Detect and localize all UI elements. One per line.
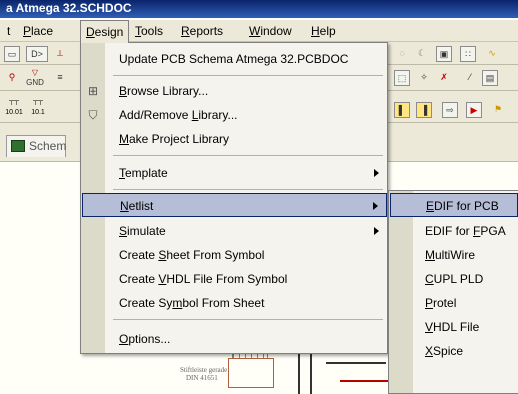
redo-icon[interactable]: ☾	[414, 46, 430, 62]
netlist-xspice[interactable]: XSpice	[413, 339, 518, 363]
menu-add-remove-library[interactable]: Add/Remove Library...	[105, 103, 387, 127]
netlist-edif-fpga[interactable]: EDIF for FPGA	[413, 219, 518, 243]
menu-place[interactable]: Place	[18, 20, 58, 42]
submenu-arrow-icon	[373, 202, 378, 210]
delete-icon[interactable]: ✗	[436, 70, 452, 86]
document-tab[interactable]: Schem	[6, 135, 66, 157]
menu-tools-partial[interactable]: t	[2, 20, 15, 42]
add-remove-library-icon: ⛉	[88, 108, 98, 122]
submenu-arrow-icon	[374, 169, 379, 177]
cross-probe-icon[interactable]: ✧	[416, 70, 432, 86]
menu-make-project-library[interactable]: Make Project Library	[105, 127, 387, 151]
menu-window[interactable]: Window	[244, 20, 297, 42]
highlight-net-icon[interactable]: ▐	[416, 102, 432, 118]
wire-segment[interactable]	[326, 362, 386, 364]
menu-template[interactable]: Template	[105, 161, 387, 185]
flag-icon[interactable]: ⚑	[490, 102, 506, 118]
netlist-submenu: EDIF for PCB EDIF for FPGA MultiWire CUP…	[388, 190, 518, 394]
window-title: a Atmega 32.SCHDOC	[6, 1, 132, 15]
undo-icon[interactable]: ◌	[394, 46, 410, 62]
menu-create-sheet-from-symbol[interactable]: Create Sheet From Symbol	[105, 243, 387, 267]
power-port-icon[interactable]: ⚲	[4, 70, 20, 86]
menu-create-symbol-from-sheet[interactable]: Create Symbol From Sheet	[105, 291, 387, 315]
select-area-icon[interactable]: ⬚	[394, 70, 410, 86]
component-icon[interactable]: ▭	[4, 46, 20, 62]
wire-icon[interactable]: ∿	[484, 46, 500, 62]
grid-icon[interactable]: ∷	[460, 46, 476, 62]
menu-design[interactable]: Design	[80, 20, 130, 43]
net-label-icon[interactable]: ≡	[52, 70, 68, 86]
browse-library-icon: ⊞	[87, 84, 99, 98]
menu-tools[interactable]: Tools	[130, 20, 168, 42]
menu-options[interactable]: Options...	[105, 327, 387, 351]
window-title-bar: a Atmega 32.SCHDOC	[0, 0, 518, 18]
netlist-edif-pcb[interactable]: EDIF for PCB	[390, 193, 518, 217]
submenu-arrow-icon	[374, 227, 379, 235]
netlist-vhdl-file[interactable]: VHDL File	[413, 315, 518, 339]
wire-bus[interactable]	[298, 354, 312, 394]
menu-create-vhdl-file[interactable]: Create VHDL File From Symbol	[105, 267, 387, 291]
menu-update-pcb[interactable]: Update PCB Schema Atmega 32.PCBDOC	[105, 47, 387, 71]
run-icon[interactable]: ▶	[466, 102, 482, 118]
menu-reports[interactable]: Reports	[176, 20, 228, 42]
menu-browse-library[interactable]: Browse Library...	[105, 79, 387, 103]
highlight-icon[interactable]: ▌	[394, 102, 410, 118]
menu-bar: t Place Design Tools Reports Window Help	[0, 20, 518, 43]
move-icon[interactable]: ⇨	[442, 102, 458, 118]
line-tool-icon[interactable]: ⁄	[462, 70, 478, 86]
netlist-cupl-pld[interactable]: CUPL PLD	[413, 267, 518, 291]
menu-netlist[interactable]: Netlist	[82, 193, 387, 217]
connector-label-2: DIN 41651	[186, 374, 218, 382]
chip-icon[interactable]: ▣	[436, 46, 452, 62]
pin-icon[interactable]: ⟂	[52, 46, 68, 62]
ground-icon[interactable]: ▽ GND	[24, 68, 46, 90]
design-menu: Update PCB Schema Atmega 32.PCBDOC ⊞ Bro…	[80, 42, 388, 354]
netlist-protel[interactable]: Protel	[413, 291, 518, 315]
print-icon[interactable]: ▤	[482, 70, 498, 86]
netlist-multiwire[interactable]: MultiWire	[413, 243, 518, 267]
port-icon[interactable]: D>	[26, 46, 48, 62]
grid-large-icon[interactable]: ┬┬ 10.1	[28, 96, 48, 118]
schematic-doc-icon	[11, 140, 25, 152]
menu-simulate[interactable]: Simulate	[105, 219, 387, 243]
connector-symbol[interactable]	[228, 358, 274, 388]
grid-small-icon[interactable]: ┬┬ 10.01	[4, 96, 24, 118]
connector-label-1: Stiftleiste gerade	[180, 366, 228, 374]
menu-help[interactable]: Help	[306, 20, 341, 42]
